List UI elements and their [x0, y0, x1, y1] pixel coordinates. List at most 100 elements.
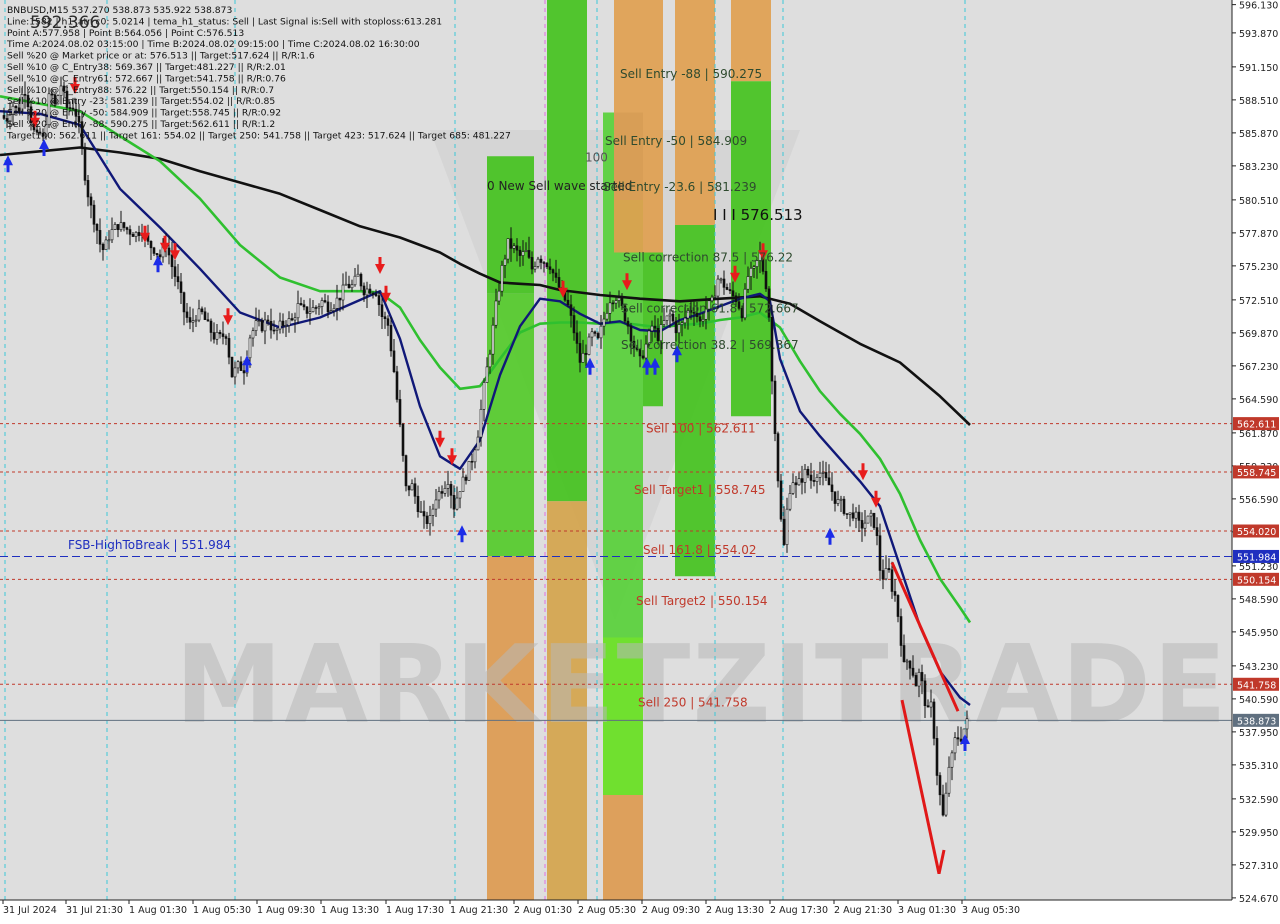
fibo-band-14 — [731, 81, 771, 417]
candle-body-262 — [788, 493, 792, 510]
candle-body-236 — [710, 296, 714, 302]
y-tick-label-6: 580.510 — [1239, 196, 1278, 207]
candle-body-171 — [515, 245, 519, 251]
fibo-band-9 — [614, 0, 663, 253]
candle-body-121 — [365, 288, 369, 296]
candle-body-110 — [332, 308, 336, 311]
candle-body-307 — [923, 680, 927, 706]
candle-body-248 — [746, 276, 750, 290]
level-axis-label-1: 558.745 — [1237, 468, 1276, 479]
candle-body-78 — [236, 361, 240, 369]
y-tick-label-3: 588.510 — [1239, 96, 1278, 107]
candle-body-189 — [569, 304, 573, 316]
y-tick-label-10: 569.870 — [1239, 329, 1278, 340]
candle-body-312 — [938, 775, 942, 796]
candle-body-60 — [182, 292, 186, 313]
candle-body-204 — [614, 300, 618, 304]
candle-body-193 — [581, 353, 585, 363]
buy-arrow-stem-2 — [156, 264, 160, 273]
candle-body-40 — [122, 222, 126, 228]
y-tick-label-18: 548.590 — [1239, 595, 1278, 606]
candle-body-66 — [200, 308, 204, 313]
candle-body-159 — [479, 408, 483, 438]
candle-body-177 — [533, 266, 537, 270]
sell-arrow-stem-5 — [226, 308, 230, 317]
sell-arrow-stem-2 — [143, 225, 147, 234]
candle-body-133 — [401, 424, 405, 456]
candle-body-201 — [605, 313, 609, 320]
candle-body-272 — [818, 472, 822, 478]
candle-body-280 — [842, 498, 846, 514]
candle-body-309 — [929, 701, 933, 708]
chart-area[interactable]: MARKETZITRADE Sell Entry -88 | 590.275 Se… — [0, 0, 1280, 920]
buy-arrow-stem-4 — [460, 534, 464, 543]
candle-body-270 — [812, 480, 816, 482]
y-tick-label-19: 545.950 — [1239, 628, 1278, 639]
candle-body-142 — [428, 515, 432, 524]
candle-body-318 — [956, 737, 960, 740]
candle-body-217 — [653, 325, 657, 329]
annotation-0: Sell Entry -88 | 590.275 — [620, 67, 762, 81]
candle-body-70 — [212, 332, 216, 340]
candle-body-176 — [530, 257, 534, 270]
y-tick-label-26: 527.310 — [1239, 861, 1278, 872]
candle-body-80 — [242, 370, 246, 374]
buy-arrow-stem-0 — [6, 164, 10, 173]
candle-body-273 — [821, 472, 825, 474]
annotation-8: Sell correction 38.2 | 569.367 — [621, 338, 799, 352]
price-chart-svg[interactable]: MARKETZITRADE Sell Entry -88 | 590.275 Se… — [0, 0, 1280, 920]
candle-body-263 — [791, 482, 795, 494]
y-tick-label-27: 524.670 — [1239, 894, 1278, 905]
y-tick-label-2: 591.150 — [1239, 63, 1278, 74]
candle-body-94 — [284, 325, 288, 327]
x-tick-label-8: 2 Aug 01:30 — [514, 905, 572, 916]
candle-body-103 — [311, 307, 315, 313]
candle-body-240 — [722, 278, 726, 288]
candle-body-93 — [281, 320, 285, 326]
candle-body-221 — [665, 315, 669, 321]
candle-body-277 — [833, 491, 837, 504]
sell-arrow-stem-10 — [561, 280, 565, 289]
x-tick-label-4: 1 Aug 09:30 — [257, 905, 315, 916]
candle-body-111 — [335, 297, 339, 309]
candle-body-299 — [899, 616, 903, 646]
candle-body-41 — [125, 227, 129, 230]
candle-body-30 — [92, 204, 96, 225]
y-tick-label-9: 572.510 — [1239, 296, 1278, 307]
annotation-1: Sell Entry -50 | 584.909 — [605, 134, 747, 148]
candle-body-42 — [128, 229, 132, 235]
candle-body-304 — [914, 675, 918, 687]
candle-body-72 — [218, 331, 222, 335]
candle-body-118 — [356, 273, 360, 277]
candle-body-241 — [725, 287, 729, 290]
candle-body-97 — [293, 317, 297, 321]
candle-body-183 — [551, 269, 555, 274]
candle-body-157 — [473, 449, 477, 463]
candle-body-305 — [917, 672, 921, 687]
candle-body-55 — [167, 247, 171, 256]
candle-body-191 — [575, 332, 579, 344]
level-axis-label-3: 551.984 — [1237, 552, 1276, 563]
sell-arrow-stem-8 — [438, 430, 442, 439]
candle-body-308 — [926, 705, 930, 708]
y-tick-label-5: 583.230 — [1239, 162, 1278, 173]
candle-body-243 — [731, 290, 735, 297]
candle-body-51 — [155, 253, 159, 256]
candle-body-58 — [176, 276, 180, 283]
candle-body-297 — [893, 591, 897, 596]
y-tick-label-7: 577.870 — [1239, 229, 1278, 240]
candle-body-79 — [239, 361, 243, 371]
candle-body-281 — [845, 513, 849, 515]
candle-body-106 — [320, 300, 324, 307]
buy-arrow-stem-1 — [42, 148, 46, 156]
candle-body-172 — [518, 249, 522, 256]
candle-body-164 — [494, 300, 498, 326]
candle-body-117 — [353, 275, 357, 286]
x-tick-label-2: 1 Aug 01:30 — [129, 905, 187, 916]
annotation-10: Sell Target1 | 558.745 — [634, 483, 766, 497]
candle-body-301 — [905, 660, 909, 663]
candle-body-45 — [137, 232, 141, 236]
candle-body-101 — [305, 306, 309, 314]
candle-body-147 — [443, 488, 447, 494]
candle-body-311 — [935, 738, 939, 776]
